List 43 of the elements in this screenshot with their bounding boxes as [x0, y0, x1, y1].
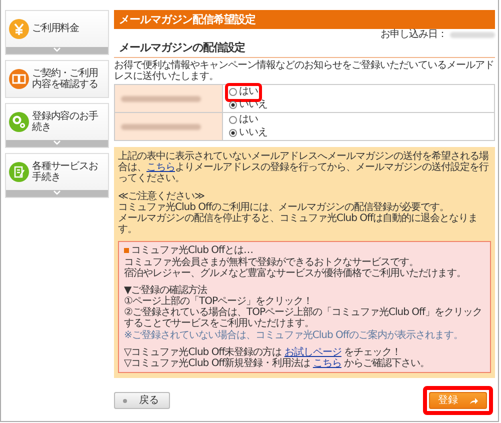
link[interactable]: こちら [312, 358, 342, 369]
info-text: ①ページ上部の「TOPページ」をクリック！ [124, 296, 312, 308]
radio-option[interactable]: いいえ [229, 126, 268, 139]
memo-icon [9, 162, 29, 182]
radio-option[interactable]: はい [229, 86, 258, 98]
club-heading: コミュファ光Club Offとは… [131, 245, 254, 256]
notice-text: メールマガジンの配信を停止すると、コミュファ光Club Offは自動的に退会となります。 [118, 212, 479, 236]
sidebar-item[interactable]: ご契約・ご利用内容を確認する [5, 60, 109, 98]
sidebar-item[interactable]: ご利用料金 [5, 10, 109, 55]
blurred-date [450, 32, 495, 38]
link[interactable]: こちら [146, 162, 175, 174]
gears-icon [9, 112, 29, 132]
book-icon [9, 69, 29, 89]
application-date-label: お申し込み日： [380, 29, 447, 40]
radio-option[interactable]: いいえ [229, 98, 268, 111]
link[interactable]: お試しページ [284, 346, 342, 358]
back-button[interactable]: 戻る [114, 392, 170, 409]
page-title: メールマガジン配信希望設定 [114, 10, 495, 29]
chevron-icon [53, 47, 61, 53]
radio-option[interactable]: はい [229, 114, 258, 126]
chevron-icon [53, 140, 61, 146]
intro-text: お得で便利な情報やキャンペーン情報などのお知らせをご登録いただいているメールアドレスに送付いたします。 [114, 60, 495, 82]
notice-text: 上記の表中に表示されていないメールアドレスへメールマガジンの送付を希望される場合は、こちらよりメールアドレスの登録を行ってから、メールマガジンの送付設定を行ってください。 [118, 151, 490, 185]
bullet-icon [123, 398, 127, 402]
expand-bar[interactable] [6, 140, 108, 147]
chevron-icon [53, 190, 61, 196]
info-text: コミュファ光会員さまが無料で登録ができるおトクなサービスです。 [124, 256, 420, 268]
info-text: ▽コミュファ光Club Off未登録の方は お試しページ をチェック！ [124, 346, 402, 358]
yen-icon [9, 19, 29, 39]
notice-text: ≪ご注意ください≫ [118, 190, 206, 202]
notice-text: コミュファ光Club Offのご利用には、メールマガジンの配信登録が必要です。 [118, 202, 450, 213]
section-title: メールマガジンの配信設定 [114, 40, 495, 58]
expand-bar[interactable] [6, 190, 108, 197]
info-text: 宿泊やレジャー、グルメなど豊富なサービスが優待価格でご利用いただけます。 [124, 268, 467, 279]
expand-bar[interactable] [6, 47, 108, 54]
note-text: ※ご登録されていない場合は、コミュファ光Club Offのご案内が表示されます。 [124, 330, 464, 341]
info-text: ▽コミュファ光Club Off新規登録・利用法は こちら からご確認下さい。 [124, 358, 431, 370]
sidebar-item[interactable]: 登録内容のお手続き [5, 103, 109, 148]
info-text: ②ご登録されている場合は、TOPページ上部の「コミュファ光Club Off」をクリックすることでサービスをご利用いただけます。 [124, 307, 484, 330]
info-text: ▼ご登録の確認方法 [124, 284, 208, 296]
sidebar-item[interactable]: 各種サービスお手続き [5, 153, 109, 198]
bullet-icon [124, 248, 129, 254]
arrow-icon [470, 398, 478, 404]
